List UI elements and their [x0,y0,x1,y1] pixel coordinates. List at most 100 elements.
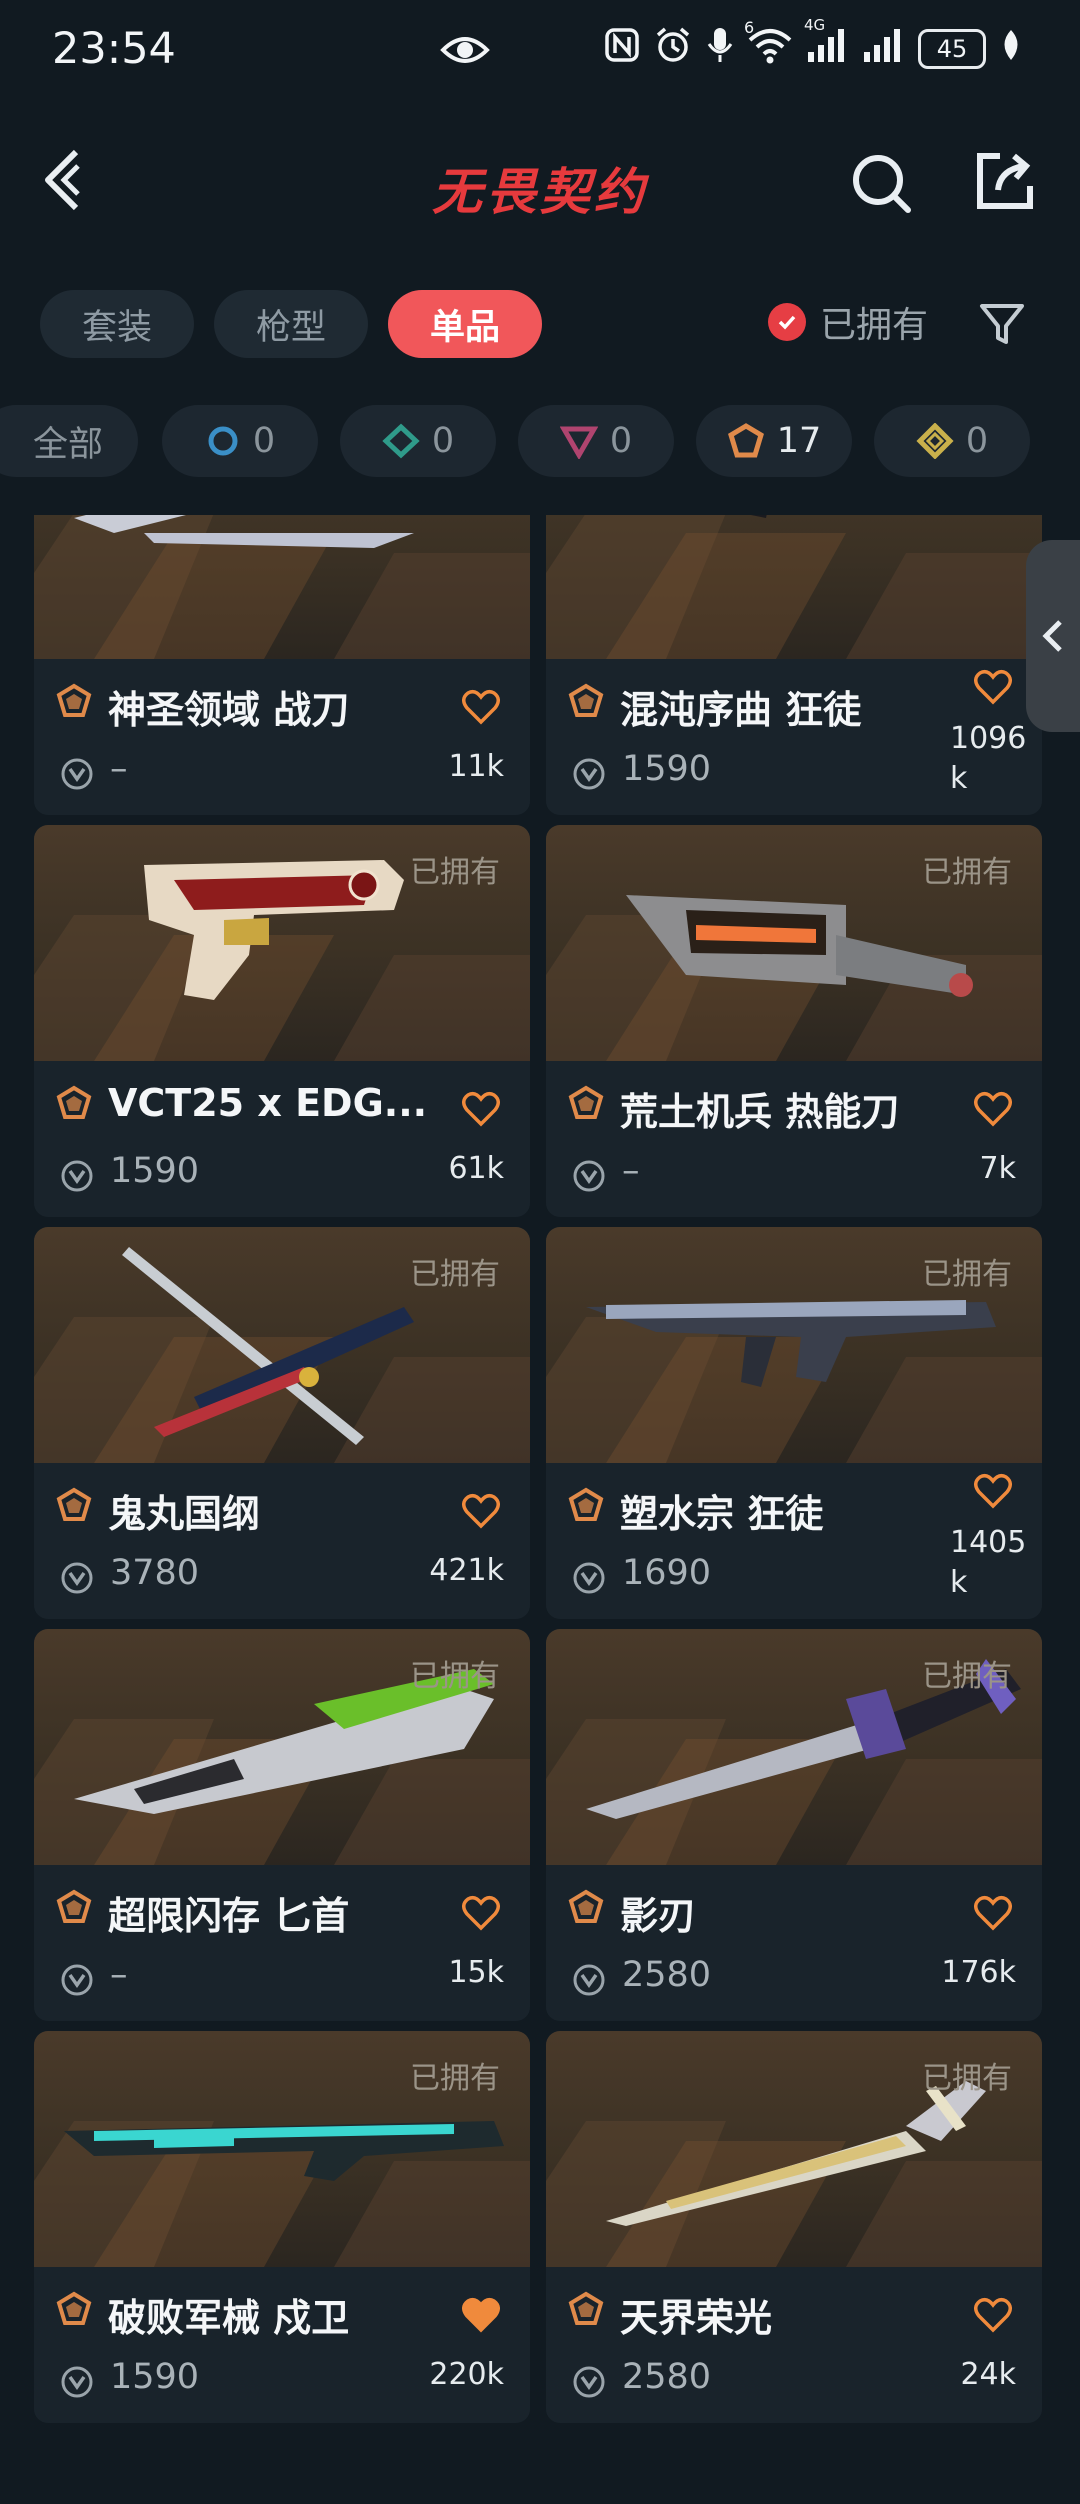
tier-deluxe[interactable]: 0 [340,405,496,477]
item-name: 影刃 [620,1894,697,1938]
page-title: 无畏契约 [432,163,648,221]
vp-currency-icon [61,1964,93,1996]
like-count: 7k [979,1151,1016,1186]
tab-weapon-types[interactable]: 枪型 [214,290,369,358]
item-image [34,515,530,659]
heart-icon[interactable] [974,2297,1012,2333]
wifi-label: 6 [744,18,755,37]
share-button[interactable] [974,150,1036,212]
mic-icon [706,26,734,72]
exclusive-tier-icon [56,1085,92,1119]
check-icon [768,303,806,341]
heart-icon[interactable] [974,1895,1012,1931]
tab-single-items[interactable]: 单品 [388,290,543,358]
item-name: 荒土机兵 热能刀 [620,1090,900,1134]
item-name: 塑水宗 狂徒 [620,1492,824,1536]
ultra-tier-icon [916,423,954,459]
tier-count: 0 [609,421,633,461]
tier-count: 0 [965,421,989,461]
heart-icon[interactable] [462,689,500,725]
owned-tag: 已拥有 [410,855,500,890]
item-card[interactable]: 已拥有 荒土机兵 热能刀 – 7k [546,825,1042,1217]
exclusive-tier-icon [727,423,764,458]
item-name: 超限闪存 匕首 [108,1894,350,1938]
network-type-label: 4G [804,16,826,34]
item-card[interactable]: 已拥有鬼丸国纲 3780 421k [34,1227,530,1619]
owned-tag: 已拥有 [410,1659,500,1694]
item-price: 2580 [622,2357,712,2397]
item-price: 3780 [110,1553,200,1593]
exclusive-tier-icon [568,1085,604,1119]
item-image: 已拥有 [34,1227,530,1463]
owned-filter-toggle[interactable]: 已拥有 [768,296,928,348]
weapon-skin-image [74,515,414,548]
item-price: – [110,1955,128,1995]
wifi-icon: 6 [744,18,792,72]
app-header: 无畏契约 [0,120,1080,240]
tier-count: 17 [776,421,822,461]
exclusive-tier-icon [56,683,92,717]
like-count: 15k [448,1955,504,1990]
item-price: 1590 [110,1151,200,1191]
like-count: 176k [941,1955,1016,1990]
category-tabs: 套装 枪型 单品 [40,290,543,358]
item-grid: 神圣领域 战刀 – 11k 混沌序曲 狂徒 1590 1096 k 已拥有 VCT25 x E… [0,515,1080,2460]
heart-icon[interactable] [462,1895,500,1931]
owned-tag: 已拥有 [410,1257,500,1292]
item-card[interactable]: 已拥有 VCT25 x EDG... 1590 61k [34,825,530,1217]
item-price: 2580 [622,1955,712,1995]
tier-exclusive[interactable]: 17 [696,405,852,477]
item-info: 天界荣光 2580 24k [546,2267,1042,2423]
item-name: 破败军械 戍卫 [108,2296,350,2340]
heart-icon[interactable] [974,1091,1012,1127]
exclusive-tier-icon [56,2291,92,2325]
item-card[interactable]: 已拥有 塑水宗 狂徒 1690 1405 k [546,1227,1042,1619]
tier-count: 0 [431,421,455,461]
status-time: 23:54 [52,24,176,74]
search-button[interactable] [848,150,914,216]
share-icon [977,153,1033,209]
item-info: 破败军械 戍卫 1590 220k [34,2267,530,2423]
heart-icon[interactable] [974,669,1012,705]
vp-currency-icon [573,758,605,790]
heart-icon[interactable] [462,2297,500,2333]
tier-ultra[interactable]: 0 [874,405,1030,477]
vp-currency-icon [573,1160,605,1192]
tier-premium[interactable]: 0 [518,405,674,477]
item-name: 鬼丸国纲 [108,1492,261,1536]
item-name: 神圣领域 战刀 [108,688,350,732]
item-card[interactable]: 已拥有 破败军械 戍卫 1590 220k [34,2031,530,2423]
status-icons: 6 4G 45 [604,16,1022,72]
like-count: 421k [429,1553,504,1588]
owned-tag: 已拥有 [922,1659,1012,1694]
side-drawer-handle[interactable] [1026,540,1080,732]
item-image [546,515,1042,659]
item-card[interactable]: 神圣领域 战刀 – 11k [34,515,530,815]
vp-currency-icon [61,1160,93,1192]
item-card[interactable]: 已拥有超限闪存 匕首 – 15k [34,1629,530,2021]
item-name: 混沌序曲 狂徒 [620,688,862,732]
vp-currency-icon [61,1562,93,1594]
heart-icon[interactable] [462,1091,500,1127]
tier-select[interactable]: 0 [162,405,318,477]
eye-icon [440,30,490,74]
item-card[interactable]: 已拥有影刃 2580 176k [546,1629,1042,2021]
exclusive-tier-icon [568,1889,604,1923]
item-info: 影刃 2580 176k [546,1865,1042,2021]
heart-icon[interactable] [974,1473,1012,1509]
filter-button[interactable] [978,300,1026,348]
item-card[interactable]: 已拥有 天界荣光 2580 24k [546,2031,1042,2423]
tab-bundles[interactable]: 套装 [40,290,195,358]
item-image: 已拥有 [34,825,530,1061]
tier-all[interactable]: 全部 [0,405,138,477]
item-price: – [110,749,128,789]
item-info: VCT25 x EDG... 1590 61k [34,1061,530,1217]
heart-icon[interactable] [462,1493,500,1529]
cell-signal-icon-1: 4G [804,16,848,72]
like-count: 220k [429,2357,504,2392]
item-price: 1590 [110,2357,200,2397]
item-card[interactable]: 混沌序曲 狂徒 1590 1096 k [546,515,1042,815]
alarm-icon [654,26,692,72]
item-info: 塑水宗 狂徒 1690 1405 k [546,1463,1042,1619]
like-count: 24k [960,2357,1016,2392]
